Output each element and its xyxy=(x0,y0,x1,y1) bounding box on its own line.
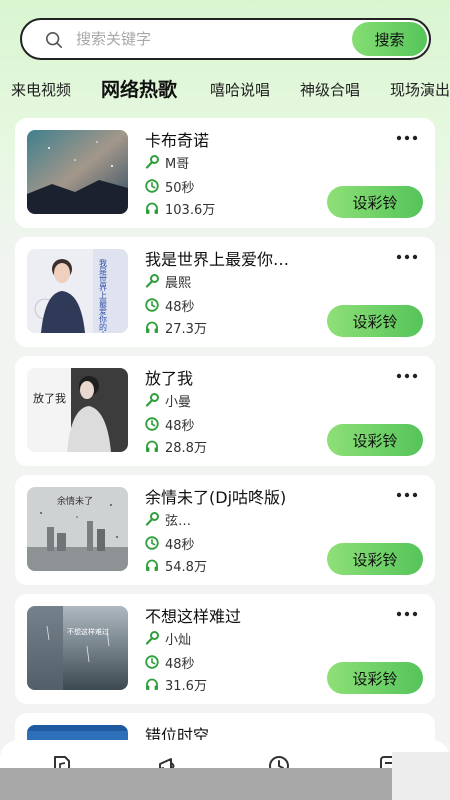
set-ringtone-button[interactable]: 设彩铃 xyxy=(327,186,423,218)
artist-row: 弦… xyxy=(145,510,192,529)
search-input[interactable] xyxy=(76,26,346,52)
set-ringtone-button[interactable]: 设彩铃 xyxy=(327,662,423,694)
system-home-bar xyxy=(0,768,392,800)
play-count: 54.8万 xyxy=(165,559,207,575)
artist-name: 小曼 xyxy=(165,394,192,410)
plays-row: 103.6万 xyxy=(145,199,216,218)
artist-row: 晨熙 xyxy=(145,272,192,291)
headphones-icon xyxy=(145,321,159,334)
cover-image xyxy=(27,130,128,214)
song-card[interactable]: 我是世界上最爱你的人 我是世界上最爱你… 晨熙 48秒 27.3万 设彩铃 xyxy=(15,237,435,347)
microphone-icon xyxy=(145,155,159,169)
cover-text: 不想这样难过 xyxy=(67,627,109,636)
tab-chorus[interactable]: 神级合唱 xyxy=(300,72,360,108)
artist-row: 小曼 xyxy=(145,391,192,410)
more-dots-icon[interactable] xyxy=(396,253,418,261)
more-dots-icon[interactable] xyxy=(396,491,418,499)
microphone-icon xyxy=(145,631,159,645)
tab-hot-songs[interactable]: 网络热歌 xyxy=(101,72,177,108)
song-title: 余情未了(Dj咕咚版) xyxy=(145,488,287,507)
more-dots-icon[interactable] xyxy=(396,610,418,618)
song-title: 我是世界上最爱你… xyxy=(145,250,290,269)
duration: 48秒 xyxy=(165,418,195,434)
clock-icon xyxy=(145,655,159,669)
category-tabs: 来电视频 网络热歌 嘻哈说唱 神级合唱 现场演出 xyxy=(0,72,450,108)
artist-row: 小灿 xyxy=(145,629,192,648)
cover-image: 放了我 xyxy=(27,368,128,452)
more-dots-icon[interactable] xyxy=(396,372,418,380)
duration: 48秒 xyxy=(165,537,195,553)
clock-icon xyxy=(145,179,159,193)
search-button[interactable]: 搜索 xyxy=(352,22,427,56)
song-title: 不想这样难过 xyxy=(145,607,242,626)
clock-icon xyxy=(145,417,159,431)
headphones-icon xyxy=(145,440,159,453)
duration: 50秒 xyxy=(165,180,195,196)
clock-icon xyxy=(145,298,159,312)
song-card[interactable]: 余情未了 余情未了(Dj咕咚版) 弦… 48秒 54.8万 设彩铃 xyxy=(15,475,435,585)
tab-incoming-video[interactable]: 来电视频 xyxy=(11,72,71,108)
microphone-icon xyxy=(145,274,159,288)
play-count: 103.6万 xyxy=(165,202,216,218)
song-card[interactable]: 卡布奇诺 M哥 50秒 103.6万 设彩铃 xyxy=(15,118,435,228)
duration: 48秒 xyxy=(165,656,195,672)
song-card[interactable]: 放了我 放了我 小曼 48秒 28.8万 设彩铃 xyxy=(15,356,435,466)
duration-row: 48秒 xyxy=(145,534,195,553)
microphone-icon xyxy=(145,512,159,526)
cover-text: 余情未了 xyxy=(57,495,93,507)
corner-overlay xyxy=(392,752,450,800)
plays-row: 28.8万 xyxy=(145,437,207,456)
song-title: 卡布奇诺 xyxy=(145,131,210,150)
tab-hiphop[interactable]: 嘻哈说唱 xyxy=(210,72,270,108)
headphones-icon xyxy=(145,559,159,572)
play-count: 31.6万 xyxy=(165,678,207,694)
tab-live[interactable]: 现场演出 xyxy=(390,72,450,108)
cover-text: 放了我 xyxy=(33,391,66,405)
song-title: 放了我 xyxy=(145,369,194,388)
set-ringtone-button[interactable]: 设彩铃 xyxy=(327,424,423,456)
artist-name: 弦… xyxy=(165,513,192,529)
headphones-icon xyxy=(145,202,159,215)
clock-icon xyxy=(145,536,159,550)
artist-name: 晨熙 xyxy=(165,275,192,291)
cover-image: 不想这样难过 xyxy=(27,606,128,690)
microphone-icon xyxy=(145,393,159,407)
plays-row: 31.6万 xyxy=(145,675,207,694)
artist-name: M哥 xyxy=(165,156,190,172)
plays-row: 54.8万 xyxy=(145,556,207,575)
set-ringtone-button[interactable]: 设彩铃 xyxy=(327,543,423,575)
cover-image: 余情未了 xyxy=(27,487,128,571)
duration: 48秒 xyxy=(165,299,195,315)
play-count: 28.8万 xyxy=(165,440,207,456)
duration-row: 48秒 xyxy=(145,415,195,434)
set-ringtone-button[interactable]: 设彩铃 xyxy=(327,305,423,337)
cover-text: 我是世界上最爱你的人 xyxy=(99,258,108,333)
cover-image: 我是世界上最爱你的人 xyxy=(27,249,128,333)
more-dots-icon[interactable] xyxy=(396,134,418,142)
search-icon xyxy=(45,31,63,49)
duration-row: 48秒 xyxy=(145,296,195,315)
song-card[interactable]: 不想这样难过 不想这样难过 小灿 48秒 31.6万 设彩铃 xyxy=(15,594,435,704)
duration-row: 48秒 xyxy=(145,653,195,672)
artist-row: M哥 xyxy=(145,153,190,172)
headphones-icon xyxy=(145,678,159,691)
artist-name: 小灿 xyxy=(165,632,192,648)
search-bar: 搜索 xyxy=(20,18,431,60)
duration-row: 50秒 xyxy=(145,177,195,196)
play-count: 27.3万 xyxy=(165,321,207,337)
plays-row: 27.3万 xyxy=(145,318,207,337)
